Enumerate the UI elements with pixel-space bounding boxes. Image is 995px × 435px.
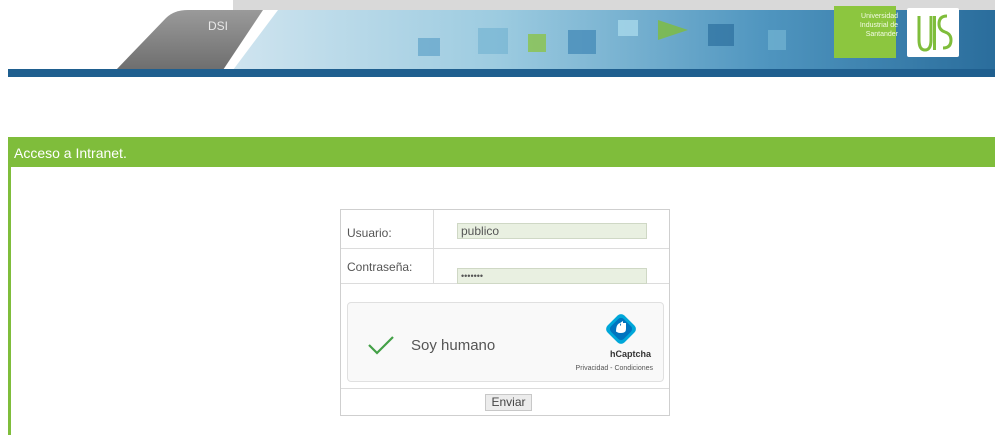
panel-header: Acceso a Intranet.: [8, 137, 995, 167]
captcha-label: Soy humano: [411, 337, 496, 354]
hcaptcha-brand: hCaptcha: [609, 349, 651, 359]
hcaptcha-hand-icon: [606, 314, 636, 349]
password-input[interactable]: [457, 268, 647, 284]
privacy-link[interactable]: Privacidad: [576, 365, 609, 372]
submit-row: Enviar: [341, 388, 669, 416]
university-name: Universidad Industrial de Santander: [859, 13, 898, 38]
submit-button[interactable]: Enviar: [485, 394, 532, 411]
username-row: Usuario:: [341, 210, 669, 249]
uis-logo: [907, 8, 959, 57]
username-input[interactable]: [457, 223, 647, 239]
hcaptcha-widget[interactable]: Soy humano hCaptcha Privacidad - Condici…: [347, 302, 664, 382]
captcha-links: Privacidad - Condiciones: [576, 365, 653, 372]
terms-link[interactable]: Condiciones: [614, 365, 653, 372]
uis-logo-icon: [909, 10, 957, 55]
panel-title: Acceso a Intranet.: [14, 145, 127, 161]
password-label: Contraseña:: [347, 260, 413, 274]
header-banner: DSI Universidad Industrial de Santander: [8, 0, 995, 77]
dsi-tab-label: DSI: [208, 19, 229, 33]
checkmark-icon[interactable]: [366, 333, 396, 362]
login-form: Usuario: Contraseña: Soy humano hCaptcha…: [340, 209, 670, 416]
username-label: Usuario:: [347, 226, 392, 240]
